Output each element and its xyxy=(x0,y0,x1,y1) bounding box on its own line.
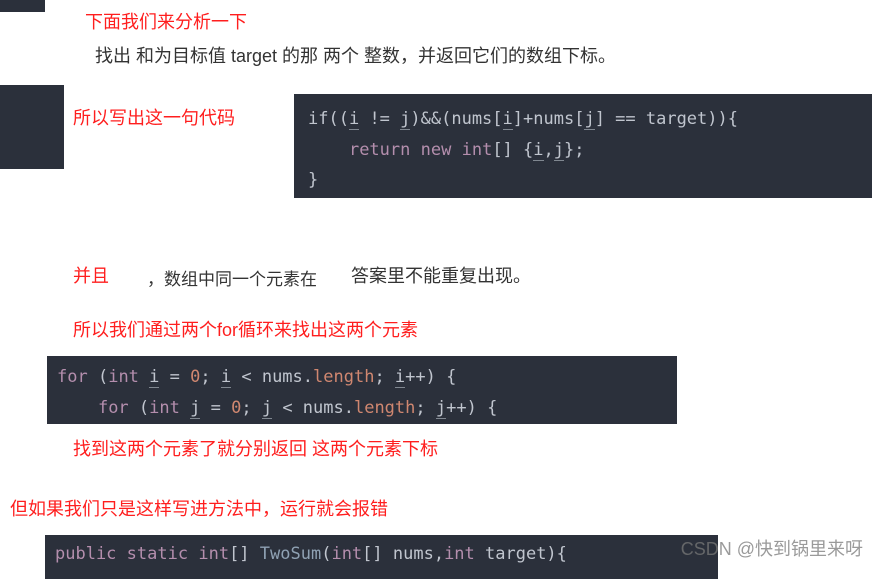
answer-no-repeat: 答案里不能重复出现。 xyxy=(351,262,531,288)
code-line: if((i != j)&&(nums[i]+nums[j] == target)… xyxy=(308,109,738,130)
code-block-method-sig: public static int[] TwoSum(int[] nums,in… xyxy=(45,535,718,579)
code-line: } xyxy=(308,170,318,190)
csdn-watermark: CSDN @快到锅里来呀 xyxy=(681,535,863,561)
analysis-intro: 下面我们来分析一下 xyxy=(85,8,247,34)
code-line: for (int j = 0; j < nums.length; j++) { xyxy=(57,398,497,419)
code-block-for-loops: for (int i = 0; i < nums.length; i++) { … xyxy=(47,356,677,424)
problem-description: 找出 和为目标值 target 的那 两个 整数，并返回它们的数组下标。 xyxy=(95,42,616,68)
and-label: 并且 xyxy=(73,262,109,288)
code-line: public static int[] TwoSum(int[] nums,in… xyxy=(55,544,567,564)
code-line: for (int i = 0; i < nums.length; i++) { xyxy=(57,367,456,388)
same-element-text: ，数组中同一个元素在 xyxy=(147,265,317,290)
code-block-if-return: if((i != j)&&(nums[i]+nums[j] == target)… xyxy=(294,94,872,198)
code-line: return new int[] {i,j}; xyxy=(308,140,585,161)
so-two-for-label: 所以我们通过两个for循环来找出这两个元素 xyxy=(73,316,418,342)
left-dark-fragment-mid xyxy=(0,85,64,169)
found-return-label: 找到这两个元素了就分别返回 这两个元素下标 xyxy=(73,435,438,461)
so-write-code-label: 所以写出这一句代码 xyxy=(73,104,235,130)
left-dark-fragment-top xyxy=(0,0,45,12)
but-error-label: 但如果我们只是这样写进方法中，运行就会报错 xyxy=(10,495,388,521)
